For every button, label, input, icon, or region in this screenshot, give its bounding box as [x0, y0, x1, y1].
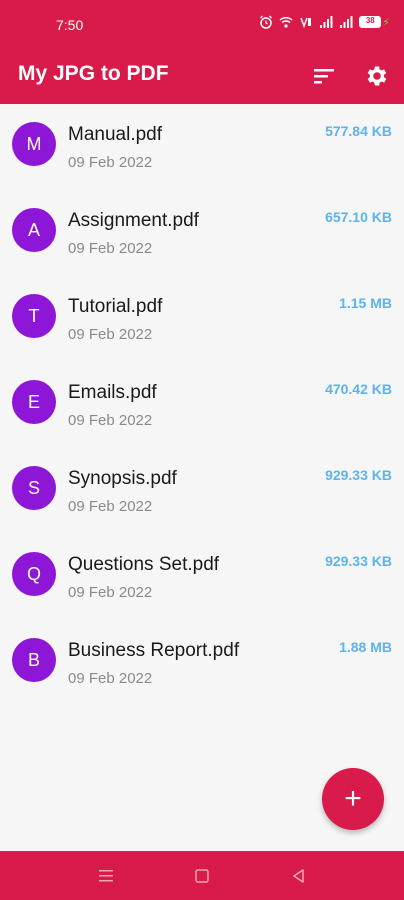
file-name: Synopsis.pdf — [68, 468, 177, 489]
file-date: 09 Feb 2022 — [68, 670, 153, 687]
file-size: 929.33 KB — [325, 467, 392, 483]
file-avatar: M — [12, 122, 56, 166]
file-list: M Manual.pdf 09 Feb 2022 577.84 KB A Ass… — [0, 104, 404, 706]
file-avatar: T — [12, 294, 56, 338]
file-name: Manual.pdf — [68, 124, 163, 145]
file-item[interactable]: E Emails.pdf 09 Feb 2022 470.42 KB — [0, 362, 404, 448]
file-item[interactable]: A Assignment.pdf 09 Feb 2022 657.10 KB — [0, 190, 404, 276]
plus-icon: + — [344, 782, 362, 815]
battery-level: 38 — [365, 16, 375, 25]
back-triangle-icon — [293, 869, 304, 883]
square-home-icon — [195, 869, 209, 883]
file-avatar: A — [12, 208, 56, 252]
file-size: 657.10 KB — [325, 209, 392, 225]
signal-icon — [339, 15, 353, 29]
file-avatar: S — [12, 466, 56, 510]
nav-back-button[interactable] — [288, 865, 310, 887]
file-item[interactable]: Q Questions Set.pdf 09 Feb 2022 929.33 K… — [0, 534, 404, 620]
file-name: Business Report.pdf — [68, 640, 240, 661]
battery-icon: 38 ⚡ — [359, 16, 390, 29]
file-size: 1.88 MB — [339, 639, 392, 655]
file-name: Assignment.pdf — [68, 210, 199, 231]
status-time: 7:50 — [56, 17, 84, 33]
file-size: 1.15 MB — [339, 295, 392, 311]
file-item[interactable]: M Manual.pdf 09 Feb 2022 577.84 KB — [0, 104, 404, 190]
file-size: 470.42 KB — [325, 381, 392, 397]
file-date: 09 Feb 2022 — [68, 154, 153, 171]
file-date: 09 Feb 2022 — [68, 326, 153, 343]
file-date: 09 Feb 2022 — [68, 498, 153, 515]
app-title: My JPG to PDF — [18, 62, 169, 85]
file-name: Emails.pdf — [68, 382, 157, 403]
menu-icon — [99, 870, 113, 882]
file-name: Questions Set.pdf — [68, 554, 220, 575]
file-avatar: B — [12, 638, 56, 682]
file-size: 577.84 KB — [325, 123, 392, 139]
nav-home-button[interactable] — [191, 865, 213, 887]
status-icons: 38 ⚡ — [259, 15, 390, 29]
sort-button[interactable] — [308, 60, 340, 92]
add-file-button[interactable]: + — [322, 768, 384, 830]
file-item[interactable]: S Synopsis.pdf 09 Feb 2022 929.33 KB — [0, 448, 404, 534]
sort-icon — [314, 69, 334, 84]
file-date: 09 Feb 2022 — [68, 240, 153, 257]
alarm-icon — [259, 15, 273, 29]
nav-recents-button[interactable] — [95, 865, 117, 887]
file-size: 929.33 KB — [325, 553, 392, 569]
settings-gear-icon — [367, 66, 387, 86]
app-bar: My JPG to PDF — [0, 50, 404, 104]
file-name: Tutorial.pdf — [68, 296, 163, 317]
settings-button[interactable] — [361, 60, 393, 92]
system-nav-bar — [0, 851, 404, 900]
status-bar: 7:50 38 ⚡ — [0, 0, 404, 50]
file-avatar: E — [12, 380, 56, 424]
file-date: 09 Feb 2022 — [68, 412, 153, 429]
charging-icon: ⚡ — [382, 16, 390, 29]
file-item[interactable]: T Tutorial.pdf 09 Feb 2022 1.15 MB — [0, 276, 404, 362]
signal-icon — [319, 15, 333, 29]
file-avatar: Q — [12, 552, 56, 596]
wifi-icon — [279, 15, 293, 29]
file-date: 09 Feb 2022 — [68, 584, 153, 601]
file-item[interactable]: B Business Report.pdf 09 Feb 2022 1.88 M… — [0, 620, 404, 706]
volte-icon — [299, 15, 313, 29]
